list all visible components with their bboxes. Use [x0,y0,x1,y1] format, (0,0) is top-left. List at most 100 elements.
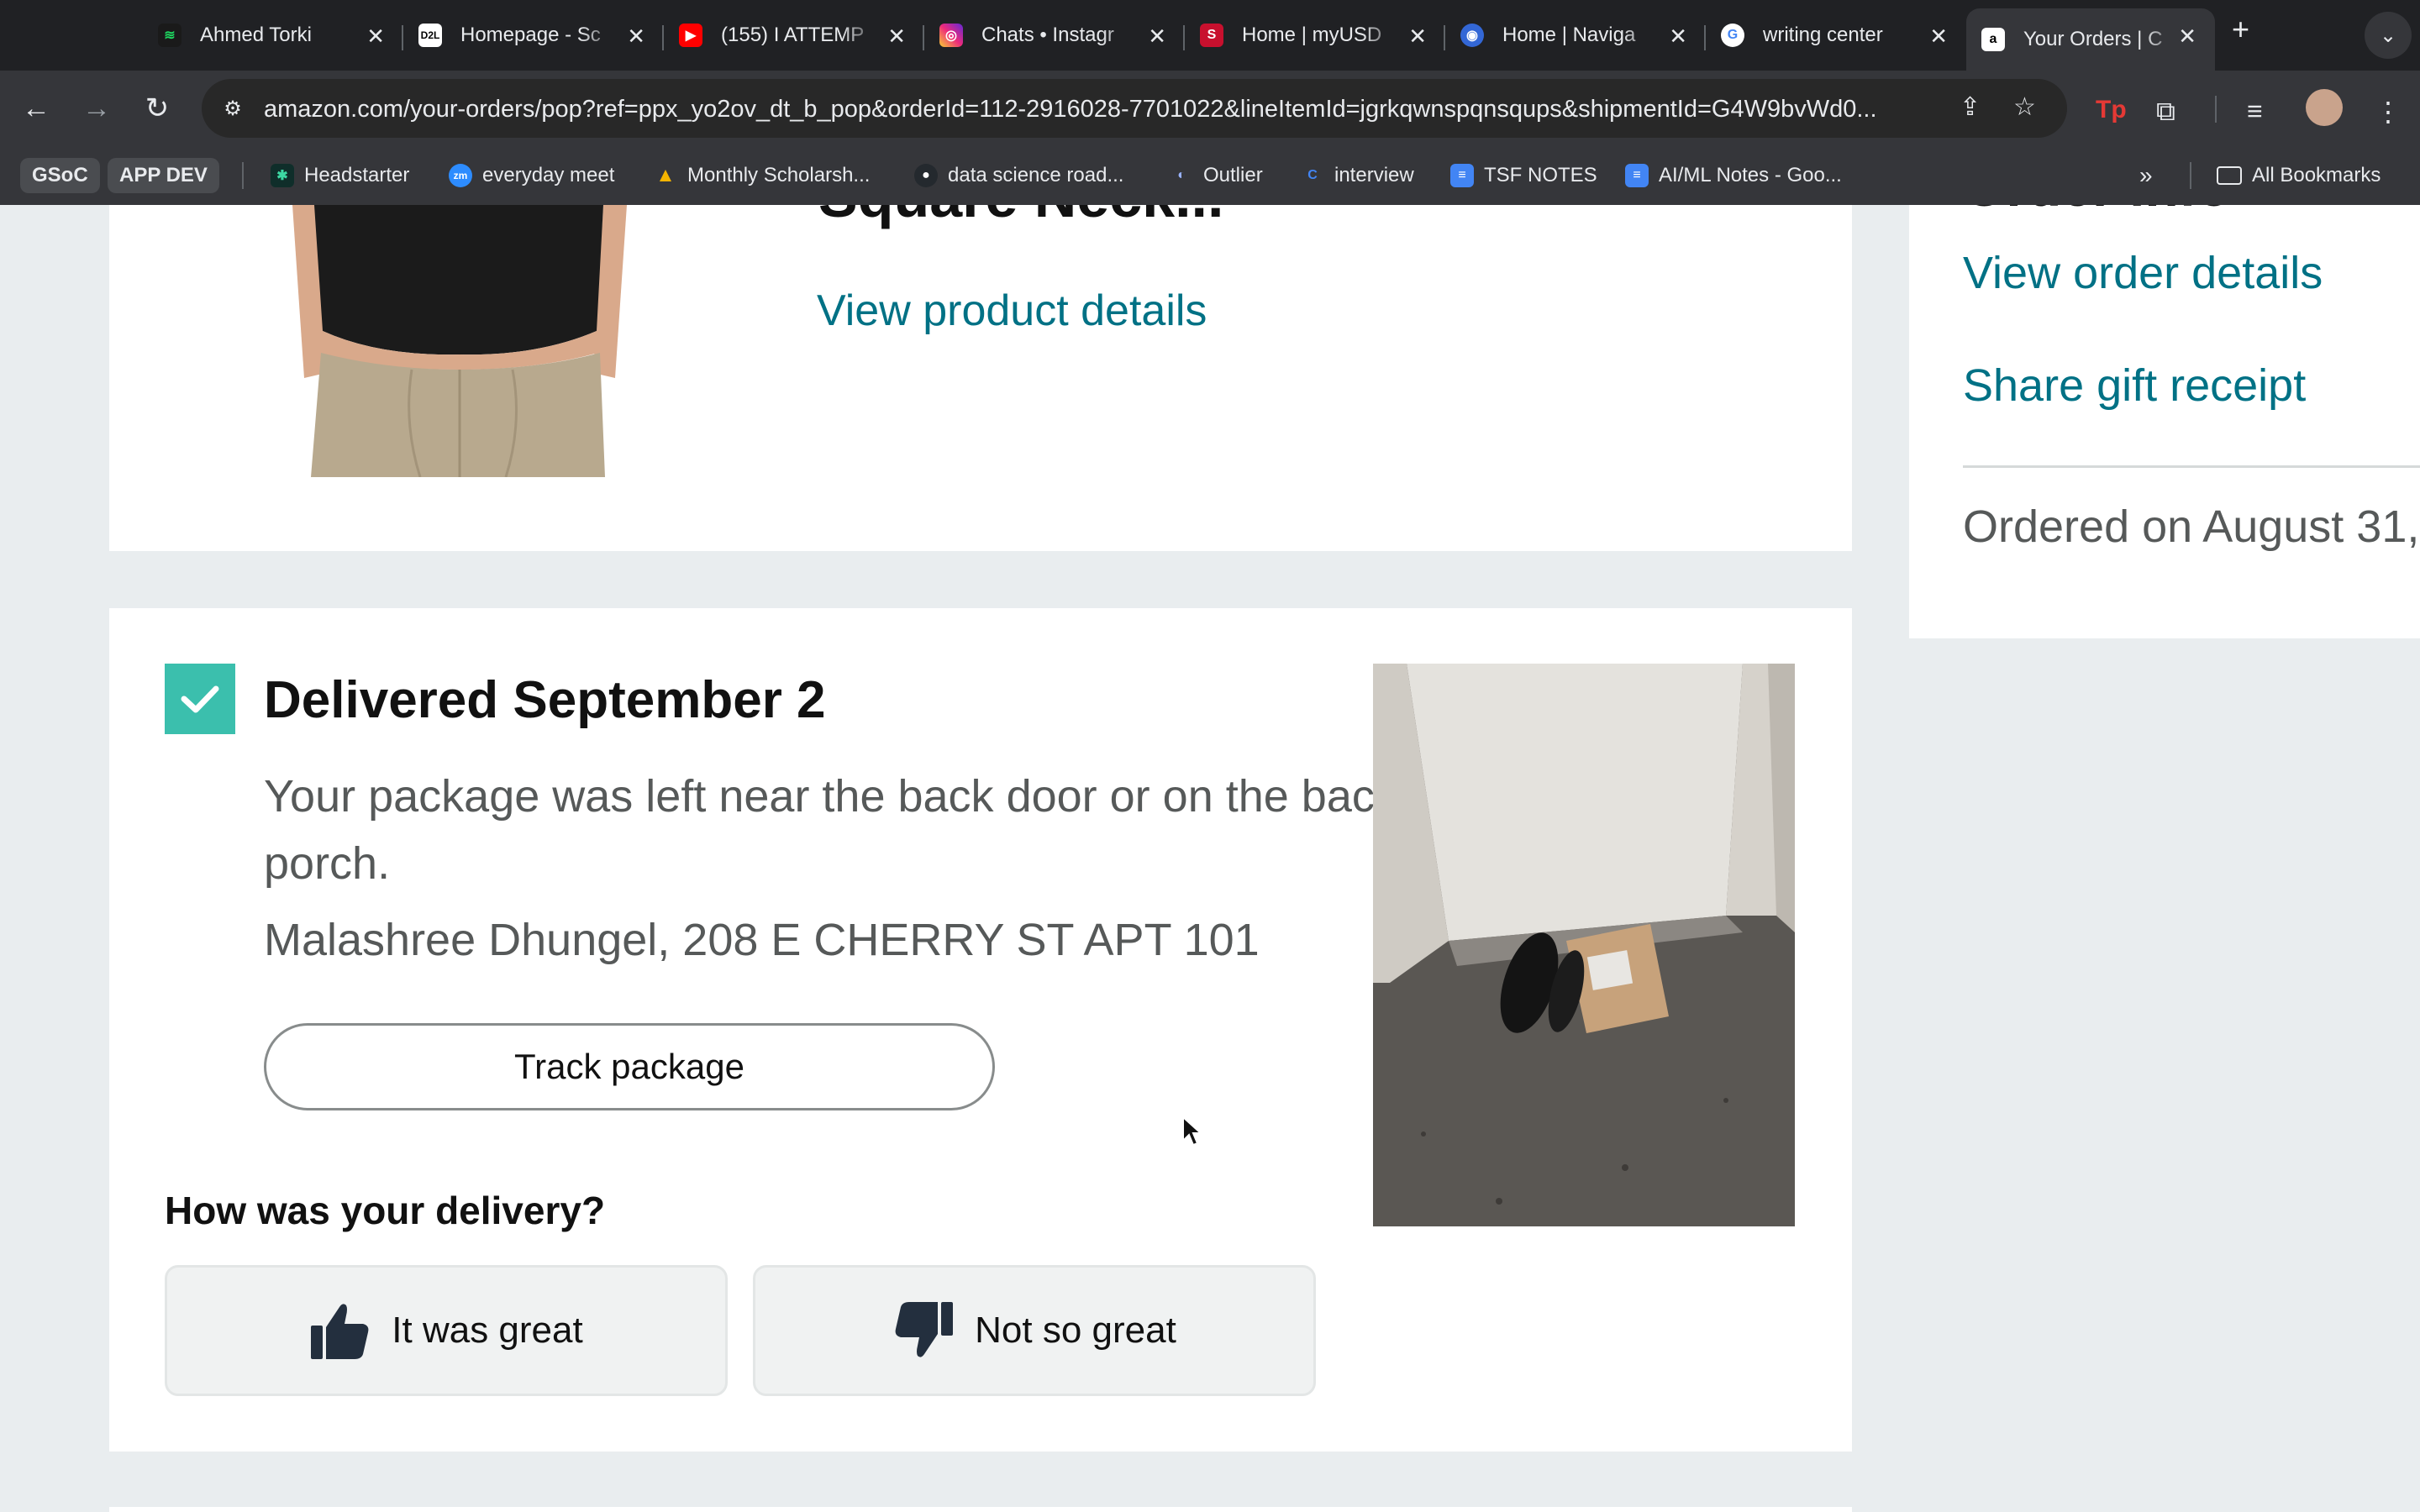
tab-title: writing center [1763,24,1883,46]
close-tab-icon[interactable]: ✕ [887,24,906,50]
delivery-status: Delivered September 2 [264,671,826,729]
close-tab-icon[interactable]: ✕ [1148,24,1166,50]
github-icon: ● [914,164,938,187]
product-title[interactable]: Square Neck... [818,205,1223,230]
youtube-icon: ▶ [679,24,702,47]
tab-title: Chats • Instagr [981,24,1114,46]
bookmark-folder-gsoc[interactable]: GSoC [20,158,100,193]
new-tab-icon[interactable]: + [2232,12,2249,47]
navigate-icon: ◉ [1460,24,1484,47]
address-bar[interactable]: ⚙ amazon.com/your-orders/pop?ref=ppx_yo2… [202,79,2067,138]
back-arrow-icon[interactable]: ← [17,89,55,128]
view-order-details-link[interactable]: View order details [1963,247,2323,299]
media-controls-icon[interactable]: ≡ [2247,96,2263,127]
forward-arrow-icon[interactable]: → [77,89,116,128]
url-text[interactable]: amazon.com/your-orders/pop?ref=ppx_yo2ov… [264,96,1944,123]
close-tab-icon[interactable]: ✕ [2178,24,2196,50]
product-photo-svg [286,205,634,477]
tab-title: Ahmed Torki [200,24,312,46]
bookmark-star-icon[interactable]: ☆ [2013,92,2036,122]
tab-youtube[interactable]: ▶ (155) I ATTEMP ✕ [664,8,924,62]
order-page: Square Neck... View product details Orde… [0,205,2420,1512]
outlier-icon: ◐ [1177,168,1186,182]
it-was-great-button[interactable]: It was great [165,1265,728,1396]
check-icon [165,664,235,734]
bookmark-outlier[interactable]: ◐ Outlier [1170,158,1263,193]
bookmarks-overflow-icon[interactable]: » [2139,158,2153,193]
more-menu-icon[interactable]: ⋮ [2375,96,2402,128]
docs-icon: ≡ [1625,164,1649,187]
delivery-photo[interactable] [1373,664,1795,1226]
google-icon: G [1721,24,1744,47]
instagram-icon: ◎ [939,24,963,47]
tab-navigate[interactable]: ◉ Home | Naviga ✕ [1445,8,1706,62]
bookmark-label: Monthly Scholarsh... [687,164,871,186]
profile-avatar[interactable] [2306,89,2343,126]
bookmarks-divider [2190,162,2191,189]
tab-myusd[interactable]: S Home | myUSD ✕ [1185,8,1445,62]
interview-icon: C [1307,168,1318,182]
next-card [109,1507,1852,1512]
tab-instagram[interactable]: ◎ Chats • Instagr ✕ [924,8,1185,62]
thumbs-down-icon [895,1302,954,1357]
tab-writing-center[interactable]: G writing center ✕ [1706,8,1966,62]
tab-title: Home | myUSD [1242,24,1382,46]
bookmark-label: everyday meet [482,164,615,186]
tab-search-chevron-icon[interactable]: ⌄ [2365,12,2412,59]
all-bookmarks[interactable]: All Bookmarks [2217,158,2381,193]
tab-title: Your Orders | C [2023,28,2163,50]
toolbar-divider [2215,96,2217,123]
bookmark-folder-app-dev[interactable]: APP DEV [108,158,219,193]
amazon-icon: a [1981,28,2005,51]
bookmark-label: AI/ML Notes - Goo... [1659,164,1842,186]
close-tab-icon[interactable]: ✕ [1669,24,1687,50]
bookmark-label: interview [1334,164,1414,186]
bookmark-headstarter[interactable]: ✱ Headstarter [271,158,409,193]
zoom-icon: zm [449,164,472,187]
bookmark-aiml-notes[interactable]: ≡ AI/ML Notes - Goo... [1625,158,1842,193]
delivery-address: Malashree Dhungel, 208 E CHERRY ST APT 1… [264,915,1260,965]
ordered-on-date: Ordered on August 31, [1963,501,2420,552]
extensions-puzzle-icon[interactable]: ⧉ [2156,96,2175,128]
order-info-card: Order info View order details Share gift… [1909,205,2420,638]
bookmark-label: Headstarter [304,164,410,186]
reload-icon[interactable]: ↻ [138,89,176,128]
mouse-cursor-icon [1182,1116,1203,1147]
tab-ahmed-torki[interactable]: ≋ Ahmed Torki ✕ [143,8,403,62]
extension-tp-icon[interactable]: Tp [2096,96,2127,124]
tab-title: (155) I ATTEMP [721,24,865,46]
bookmark-tsf-notes[interactable]: ≡ TSF NOTES [1450,158,1597,193]
delivery-note: Your package was left near the back door… [264,771,1397,889]
close-tab-icon[interactable]: ✕ [366,24,385,50]
delivery-photo-svg [1373,664,1795,1226]
music-app-icon: ≋ [158,24,182,47]
bookmark-interview[interactable]: C interview [1301,158,1414,193]
product-image[interactable] [286,205,634,477]
tab-homepage[interactable]: D2L Homepage - Sc ✕ [403,8,664,62]
tab-title: Homepage - Sc [460,24,601,46]
bookmark-label: Outlier [1203,164,1263,186]
view-product-details-link[interactable]: View product details [817,286,1207,336]
usd-icon: S [1200,24,1223,47]
track-package-button[interactable]: Track package [264,1023,995,1110]
tab-title: Home | Naviga [1502,24,1636,46]
bookmark-data-science-road[interactable]: ● data science road... [914,158,1123,193]
share-gift-receipt-link[interactable]: Share gift receipt [1963,360,2306,412]
close-tab-icon[interactable]: ✕ [627,24,645,50]
order-info-heading: Order info [1963,205,2231,218]
thumbs-up-icon [311,1304,369,1359]
bookmark-everyday-meet[interactable]: zm everyday meet [449,158,614,193]
site-info-icon[interactable]: ⚙ [213,89,252,128]
delivery-card: Delivered September 2 Your package was l… [109,608,1852,1452]
it-was-great-label: It was great [392,1310,583,1351]
close-tab-icon[interactable]: ✕ [1929,24,1948,50]
tab-your-orders[interactable]: a Your Orders | C ✕ [1966,8,2215,71]
all-bookmarks-label: All Bookmarks [2252,164,2381,186]
share-icon[interactable]: ⇪ [1960,92,1981,122]
bookmark-monthly-scholarship[interactable]: ▲ Monthly Scholarsh... [654,158,870,193]
not-so-great-label: Not so great [975,1310,1176,1351]
divider [1963,465,2420,468]
not-so-great-button[interactable]: Not so great [753,1265,1316,1396]
close-tab-icon[interactable]: ✕ [1408,24,1427,50]
bookmarks-bar: GSoC APP DEV ✱ Headstarter zm everyday m… [0,146,2420,205]
